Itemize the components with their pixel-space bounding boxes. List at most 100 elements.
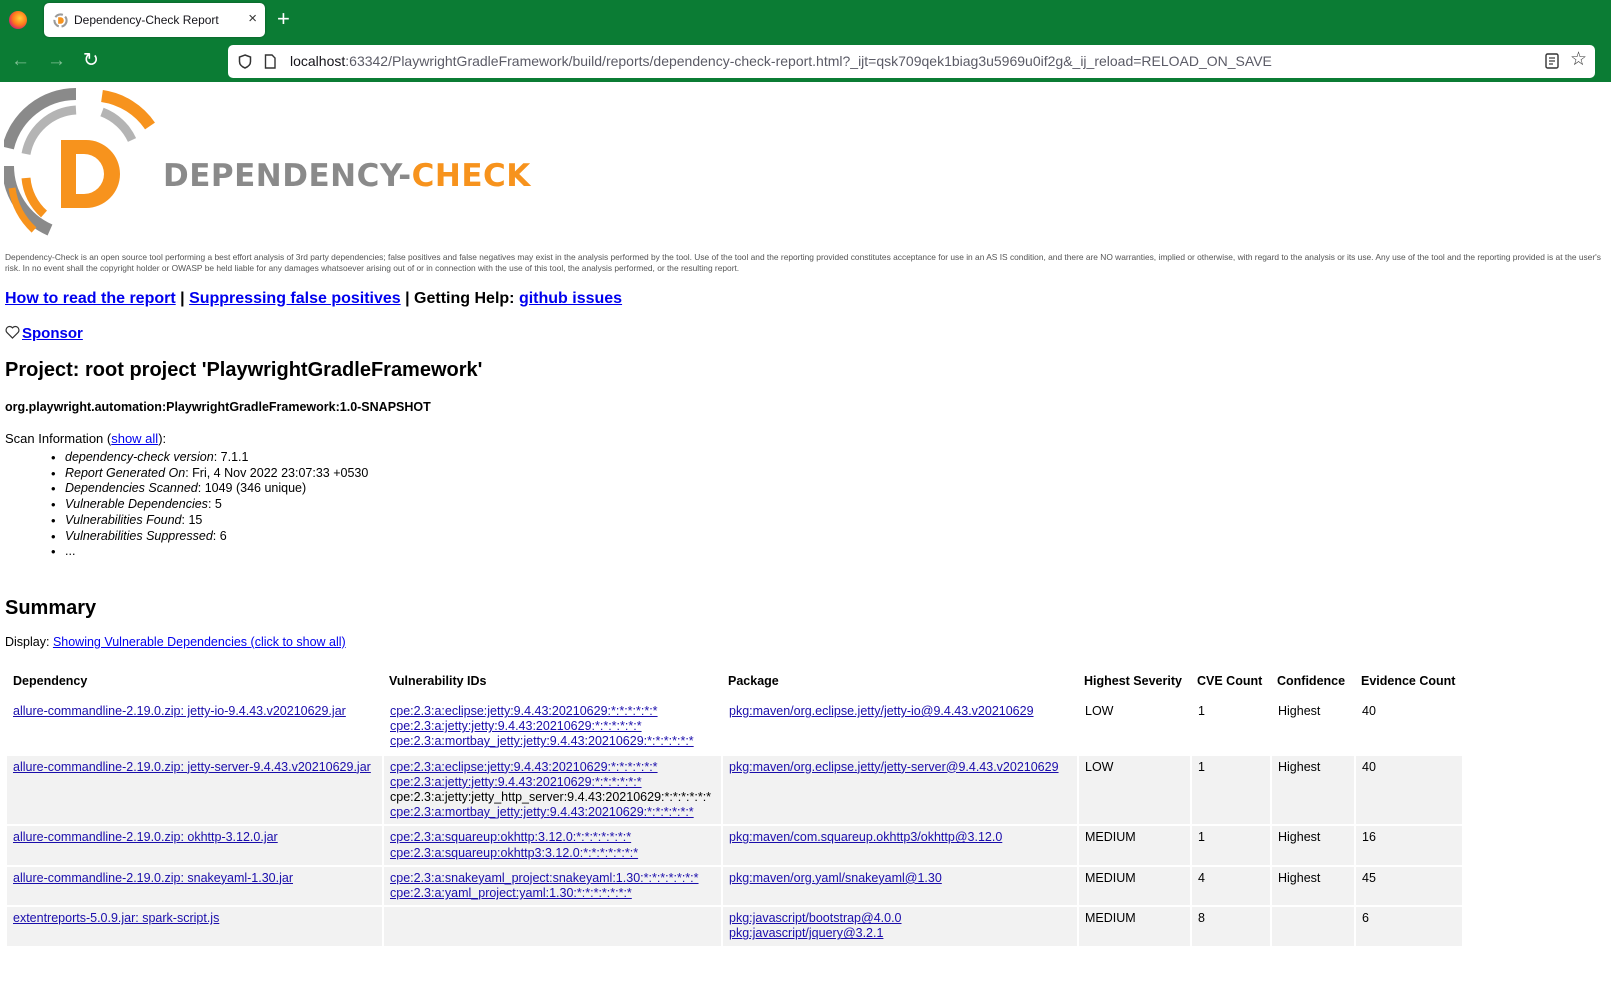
summary-table: Dependency Vulnerability IDs Package Hig…	[7, 669, 1464, 948]
package-link[interactable]: pkg:maven/org.eclipse.jetty/jetty-server…	[729, 760, 1071, 775]
package-link[interactable]: pkg:maven/org.eclipse.jetty/jetty-io@9.4…	[729, 704, 1071, 719]
severity-cell: MEDIUM	[1078, 906, 1192, 948]
confidence-cell	[1271, 906, 1356, 948]
getting-help-label: | Getting Help:	[400, 290, 519, 307]
table-row: allure-commandline-2.19.0.zip: jetty-ser…	[7, 754, 1464, 827]
package-link[interactable]: pkg:javascript/bootstrap@4.0.0	[729, 911, 1071, 926]
link-separator: |	[175, 290, 190, 307]
evidence-count-cell: 6	[1355, 906, 1464, 948]
scan-info-item: Dependencies Scanned: 1049 (346 unique)	[51, 481, 368, 497]
show-all-dependencies-link[interactable]: Showing Vulnerable Dependencies (click t…	[53, 635, 346, 649]
reader-view-icon[interactable]	[1545, 53, 1559, 69]
reload-icon[interactable]: ↻	[83, 50, 99, 72]
table-row: allure-commandline-2.19.0.zip: snakeyaml…	[7, 865, 1464, 908]
scan-information-list: dependency-check version: 7.1.1 Report G…	[51, 450, 368, 560]
dependency-link[interactable]: allure-commandline-2.19.0.zip: jetty-io-…	[13, 704, 346, 718]
browser-tab-bar: Dependency-Check Report × +	[0, 0, 1611, 41]
vulnerability-id-link[interactable]: cpe:2.3:a:squareup:okhttp:3.12.0:*:*:*:*…	[390, 830, 715, 845]
scan-information-label: Scan Information (show all):	[5, 431, 167, 446]
project-title: Project: root project 'PlaywrightGradleF…	[5, 359, 483, 381]
vulnerability-id-link[interactable]: cpe:2.3:a:squareup:okhttp3:3.12.0:*:*:*:…	[390, 846, 715, 861]
package-link[interactable]: pkg:maven/org.yaml/snakeyaml@1.30	[729, 871, 1071, 886]
evidence-count-cell: 40	[1355, 754, 1464, 827]
table-row: extentreports-5.0.9.jar: spark-script.js…	[7, 906, 1464, 948]
how-to-read-link[interactable]: How to read the report	[5, 290, 176, 307]
browser-tab-active[interactable]: Dependency-Check Report ×	[44, 3, 265, 37]
severity-cell: LOW	[1078, 700, 1192, 756]
evidence-count-cell: 45	[1355, 865, 1464, 908]
logo-wordmark: DEPENDENCY-CHECK	[163, 158, 531, 194]
page-info-icon[interactable]	[264, 54, 276, 69]
suppressing-false-positives-link[interactable]: Suppressing false positives	[189, 290, 401, 307]
scan-info-item: Vulnerabilities Found: 15	[51, 513, 368, 529]
header-cve-count[interactable]: CVE Count	[1191, 669, 1271, 700]
dependency-link[interactable]: allure-commandline-2.19.0.zip: jetty-ser…	[13, 760, 371, 774]
scan-info-item: dependency-check version: 7.1.1	[51, 450, 368, 466]
tab-title: Dependency-Check Report	[74, 13, 219, 27]
address-bar[interactable]: localhost:63342/PlaywrightGradleFramewor…	[228, 45, 1595, 78]
display-filter: Display: Showing Vulnerable Dependencies…	[5, 635, 346, 649]
back-arrow-icon[interactable]: ←	[11, 50, 30, 72]
disclaimer-text: Dependency-Check is an open source tool …	[5, 252, 1601, 273]
table-row: allure-commandline-2.19.0.zip: jetty-io-…	[7, 700, 1464, 756]
github-issues-link[interactable]: github issues	[519, 290, 622, 307]
header-evidence-count[interactable]: Evidence Count	[1355, 669, 1463, 700]
scan-info-item: Report Generated On: Fri, 4 Nov 2022 23:…	[51, 466, 368, 482]
forward-arrow-icon[interactable]: →	[47, 50, 66, 72]
vulnerability-id-text: cpe:2.3:a:jetty:jetty_http_server:9.4.43…	[390, 790, 712, 805]
vulnerability-id-link[interactable]: cpe:2.3:a:yaml_project:yaml:1.30:*:*:*:*…	[390, 886, 715, 901]
browser-nav-bar: ← → ↻ localhost:63342/PlaywrightGradleFr…	[0, 41, 1611, 82]
vulnerability-id-link[interactable]: cpe:2.3:a:mortbay_jetty:jetty:9.4.43:202…	[390, 734, 715, 749]
vulnerability-ids-empty-cell	[383, 906, 723, 948]
severity-cell: LOW	[1078, 754, 1192, 827]
severity-cell: MEDIUM	[1078, 865, 1192, 908]
confidence-cell: Highest	[1271, 700, 1356, 756]
scan-info-item: Vulnerable Dependencies: 5	[51, 497, 368, 513]
evidence-count-cell: 40	[1355, 700, 1464, 756]
heart-icon	[5, 325, 20, 339]
header-highest-severity[interactable]: Highest Severity	[1078, 669, 1191, 700]
firefox-menu-icon[interactable]	[9, 11, 27, 29]
dependency-link[interactable]: extentreports-5.0.9.jar: spark-script.js	[13, 911, 219, 925]
vulnerability-id-link[interactable]: cpe:2.3:a:mortbay_jetty:jetty:9.4.43:202…	[390, 805, 715, 820]
vulnerability-id-link[interactable]: cpe:2.3:a:eclipse:jetty:9.4.43:20210629:…	[390, 760, 715, 775]
help-links: How to read the report | Suppressing fal…	[5, 290, 622, 308]
show-all-link[interactable]: show all	[111, 431, 158, 446]
cve-count-cell: 4	[1191, 865, 1272, 908]
header-vulnerability-ids[interactable]: Vulnerability IDs	[383, 669, 722, 700]
sponsor-line: Sponsor	[5, 325, 83, 342]
cve-count-cell: 1	[1191, 754, 1272, 827]
confidence-cell: Highest	[1271, 865, 1356, 908]
vulnerability-id-link[interactable]: cpe:2.3:a:jetty:jetty:9.4.43:20210629:*:…	[390, 719, 715, 734]
vulnerability-id-link[interactable]: cpe:2.3:a:eclipse:jetty:9.4.43:20210629:…	[390, 704, 715, 719]
severity-cell: MEDIUM	[1078, 825, 1192, 867]
url-text[interactable]: localhost:63342/PlaywrightGradleFramewor…	[290, 53, 1272, 69]
dependency-link[interactable]: allure-commandline-2.19.0.zip: snakeyaml…	[13, 871, 293, 885]
shield-icon[interactable]	[238, 54, 252, 69]
header-confidence[interactable]: Confidence	[1271, 669, 1355, 700]
dependency-link[interactable]: allure-commandline-2.19.0.zip: okhttp-3.…	[13, 830, 278, 844]
confidence-cell: Highest	[1271, 754, 1356, 827]
cve-count-cell: 1	[1191, 700, 1272, 756]
summary-heading: Summary	[5, 597, 97, 619]
package-link[interactable]: pkg:javascript/jquery@3.2.1	[729, 926, 1071, 941]
scan-info-item-more: ...	[51, 544, 368, 560]
bookmark-star-icon[interactable]: ☆	[1570, 50, 1587, 70]
header-dependency[interactable]: Dependency	[7, 669, 383, 700]
vulnerability-id-link[interactable]: cpe:2.3:a:snakeyaml_project:snakeyaml:1.…	[390, 871, 715, 886]
vulnerability-id-link[interactable]: cpe:2.3:a:jetty:jetty:9.4.43:20210629:*:…	[390, 775, 715, 790]
close-tab-icon[interactable]: ×	[248, 10, 257, 28]
table-row: allure-commandline-2.19.0.zip: okhttp-3.…	[7, 825, 1464, 867]
cve-count-cell: 8	[1191, 906, 1272, 948]
confidence-cell: Highest	[1271, 825, 1356, 867]
cve-count-cell: 1	[1191, 825, 1272, 867]
new-tab-icon[interactable]: +	[277, 8, 290, 30]
package-link[interactable]: pkg:maven/com.squareup.okhttp3/okhttp@3.…	[729, 830, 1071, 845]
sponsor-link[interactable]: Sponsor	[22, 325, 83, 342]
dependency-check-logo	[4, 88, 155, 236]
header-package[interactable]: Package	[722, 669, 1078, 700]
report-page: DEPENDENCY-CHECK Dependency-Check is an …	[0, 82, 1611, 987]
scan-info-item: Vulnerabilities Suppressed: 6	[51, 529, 368, 545]
project-coordinates: org.playwright.automation:PlaywrightGrad…	[5, 400, 431, 414]
table-header-row: Dependency Vulnerability IDs Package Hig…	[7, 669, 1463, 700]
